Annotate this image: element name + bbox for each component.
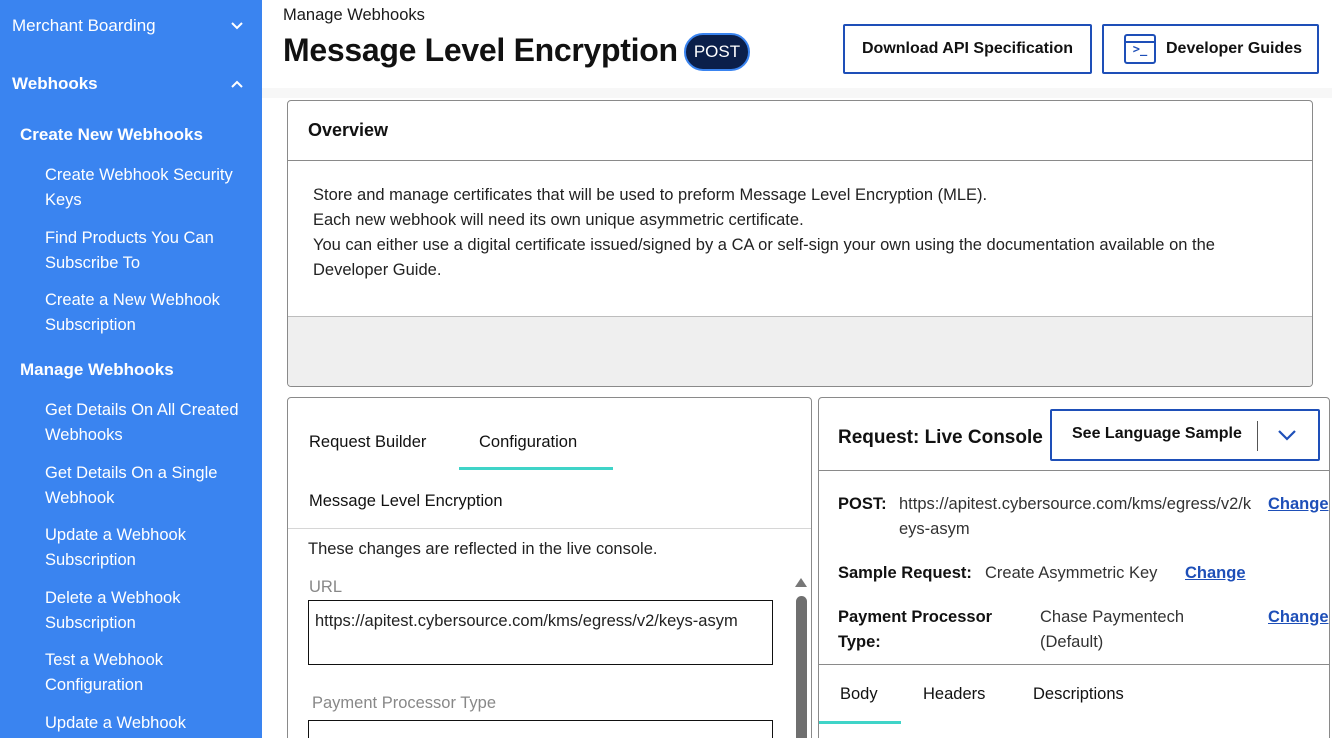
language-sample-select[interactable]: See Language Sample	[1050, 409, 1320, 461]
active-tab-indicator	[459, 467, 613, 470]
terminal-icon: >_	[1124, 34, 1156, 64]
sidebar-item-test-configuration[interactable]: Test a Webhook Configuration	[45, 648, 250, 698]
live-console-panel: Request: Live Console See Language Sampl…	[818, 397, 1330, 738]
payment-processor-value: Chase Paymentech (Default)	[1040, 608, 1184, 651]
payment-processor-label: Payment Processor Type:	[838, 608, 993, 651]
developer-guides-button[interactable]: >_ Developer Guides	[1102, 24, 1319, 74]
request-builder-panel: Request Builder Configuration Message Le…	[287, 397, 812, 738]
payment-processor-type-input[interactable]	[308, 720, 773, 738]
download-api-spec-button[interactable]: Download API Specification	[843, 24, 1092, 74]
post-url: https://apitest.cybersource.com/kms/egre…	[899, 495, 1252, 538]
breadcrumb: Manage Webhooks	[283, 6, 425, 24]
tab-configuration[interactable]: Configuration	[479, 433, 577, 452]
url-label: URL	[309, 578, 343, 596]
chevron-up-icon	[230, 76, 244, 92]
payment-processor-type-label: Payment Processor Type	[312, 694, 497, 712]
sidebar-item-create-subscription[interactable]: Create a New Webhook Subscription	[45, 288, 250, 338]
divider	[288, 528, 811, 529]
divider	[819, 470, 1329, 471]
sidebar-item-update-webhook[interactable]: Update a Webhook	[45, 711, 250, 736]
change-sample-link[interactable]: Change	[1185, 564, 1246, 583]
tab-body[interactable]: Body	[840, 685, 878, 704]
developer-guides-label: Developer Guides	[1166, 40, 1303, 57]
sidebar-item-update-subscription[interactable]: Update a Webhook Subscription	[45, 523, 250, 573]
chevron-down-icon	[230, 18, 244, 34]
sidebar-section-manage[interactable]: Manage Webhooks	[20, 360, 174, 380]
sidebar-item-create-security-keys[interactable]: Create Webhook Security Keys	[45, 163, 250, 213]
page-title: Message Level Encryption	[283, 32, 678, 68]
divider	[819, 664, 1329, 665]
sidebar-section-create[interactable]: Create New Webhooks	[20, 125, 203, 145]
scroll-up-arrow[interactable]	[795, 578, 807, 587]
sidebar-item-delete-subscription[interactable]: Delete a Webhook Subscription	[45, 586, 250, 636]
overview-body: Store and manage certificates that will …	[288, 161, 1312, 317]
overview-title: Overview	[288, 101, 1312, 161]
sidebar-group-merchant-boarding[interactable]: Merchant Boarding	[0, 16, 262, 36]
download-api-spec-label: Download API Specification	[862, 40, 1073, 57]
change-post-link[interactable]: Change	[1268, 495, 1329, 514]
language-sample-label: See Language Sample	[1072, 425, 1242, 442]
overview-card: Overview Store and manage certificates t…	[287, 100, 1313, 387]
active-tab-indicator	[819, 721, 901, 724]
sidebar-group-label: Merchant Boarding	[12, 16, 156, 35]
chevron-down-icon	[1276, 424, 1298, 446]
tab-request-builder[interactable]: Request Builder	[309, 433, 426, 452]
select-separator	[1257, 421, 1258, 451]
section-label: Message Level Encryption	[309, 492, 503, 510]
sidebar-group-label: Webhooks	[12, 74, 98, 93]
tab-descriptions[interactable]: Descriptions	[1033, 685, 1124, 704]
sidebar-item-find-products[interactable]: Find Products You Can Subscribe To	[45, 226, 250, 276]
tab-headers[interactable]: Headers	[923, 685, 985, 704]
method-badge: POST	[684, 33, 750, 71]
sample-request-value: Create Asymmetric Key	[985, 564, 1158, 582]
scrollbar-thumb[interactable]	[796, 596, 807, 738]
post-label: POST:	[838, 495, 887, 513]
overview-line: Each new webhook will need its own uniqu…	[313, 211, 804, 229]
change-processor-link[interactable]: Change	[1268, 608, 1329, 627]
url-input[interactable]: https://apitest.cybersource.com/kms/egre…	[308, 600, 773, 665]
changes-note: These changes are reflected in the live …	[308, 540, 658, 558]
overview-line: You can either use a digital certificate…	[313, 236, 1215, 279]
sample-request-label: Sample Request:	[838, 564, 972, 582]
console-title: Request: Live Console	[838, 427, 1043, 448]
overview-footer	[288, 316, 1312, 386]
sidebar: Merchant Boarding Webhooks Create New We…	[0, 0, 262, 738]
sidebar-item-get-single[interactable]: Get Details On a Single Webhook	[45, 461, 250, 511]
header-separator	[262, 88, 1332, 98]
sidebar-group-webhooks[interactable]: Webhooks	[0, 74, 262, 94]
sidebar-item-get-all[interactable]: Get Details On All Created Webhooks	[45, 398, 250, 448]
overview-line: Store and manage certificates that will …	[313, 186, 988, 204]
